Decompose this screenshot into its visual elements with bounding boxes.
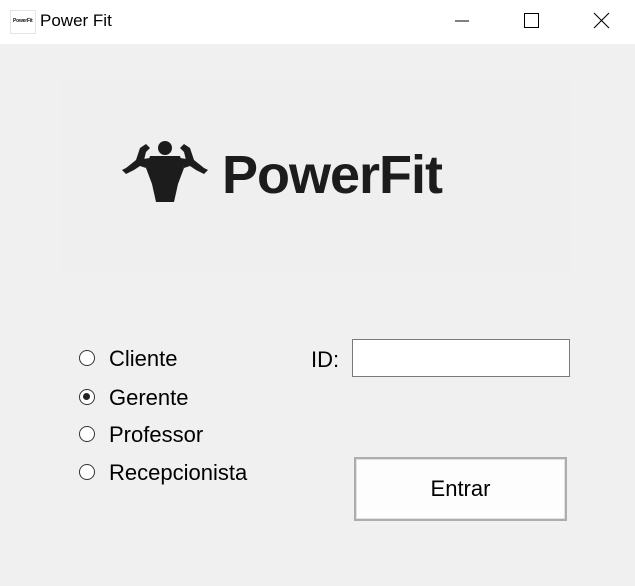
radio-professor[interactable]: Professor bbox=[79, 422, 229, 448]
radio-label: Gerente bbox=[109, 385, 189, 410]
enter-button[interactable]: Entrar bbox=[354, 457, 567, 521]
radio-button[interactable] bbox=[79, 464, 95, 480]
close-icon bbox=[593, 12, 610, 29]
id-input[interactable] bbox=[352, 339, 570, 377]
app-icon-text: PowerFit bbox=[13, 18, 33, 24]
radio-label: Professor bbox=[109, 422, 204, 447]
logo-brand-text: PowerFit bbox=[222, 145, 443, 205]
radio-gerente[interactable]: Gerente bbox=[79, 385, 229, 411]
bodybuilder-icon bbox=[122, 141, 208, 202]
maximize-button[interactable] bbox=[508, 0, 554, 44]
maximize-icon bbox=[524, 13, 539, 28]
radio-label: Cliente bbox=[109, 346, 178, 371]
app-icon: PowerFit bbox=[10, 10, 36, 34]
radio-button[interactable] bbox=[79, 389, 95, 405]
radio-button[interactable] bbox=[79, 350, 95, 366]
minimize-icon bbox=[455, 20, 469, 22]
minimize-button[interactable] bbox=[438, 0, 484, 44]
radio-cliente[interactable]: Cliente bbox=[79, 346, 229, 372]
window-title: Power Fit bbox=[40, 11, 112, 30]
close-button[interactable] bbox=[578, 0, 624, 44]
radio-recepcionista[interactable]: Recepcionista bbox=[79, 460, 269, 486]
radio-button[interactable] bbox=[79, 426, 95, 442]
title-bar: PowerFit Power Fit bbox=[0, 0, 635, 44]
radio-label: Recepcionista bbox=[109, 460, 248, 485]
id-label: ID: bbox=[311, 347, 340, 372]
